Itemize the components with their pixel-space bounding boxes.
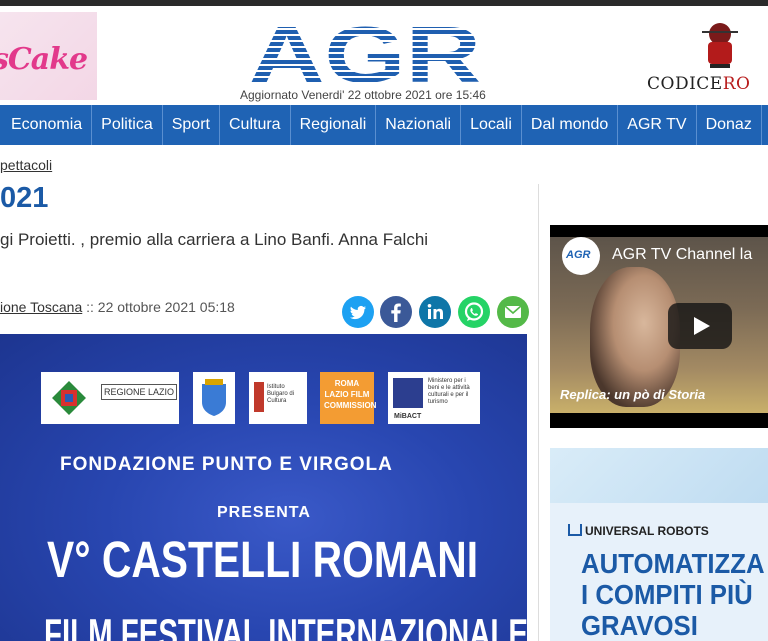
video-replica-caption: Replica: un pò di Storia bbox=[560, 387, 706, 402]
ministero-text: Ministero per i beni e le attività cultu… bbox=[428, 378, 470, 405]
mibact-logo: MiBACT Ministero per i beni e le attivit… bbox=[388, 372, 480, 424]
linkedin-icon[interactable] bbox=[419, 296, 451, 328]
left-banner-ad[interactable]: sCake bbox=[0, 12, 97, 100]
istituto-text: Istituto Bulgaro di Cultura bbox=[267, 384, 295, 404]
regione-lazio-text: REGIONE LAZIO bbox=[101, 384, 177, 400]
nav-item-regionali[interactable]: Regionali bbox=[291, 105, 377, 145]
universal-robots-ad[interactable]: UNIVERSAL ROBOTS AUTOMATIZZA I COMPITI P… bbox=[550, 448, 768, 641]
nav-item-donazioni[interactable]: Donaz bbox=[697, 105, 762, 145]
main-nav: Economia Politica Sport Cultura Regional… bbox=[0, 105, 768, 145]
nav-item-cultura[interactable]: Cultura bbox=[220, 105, 291, 145]
last-updated: Aggiornato Venerdi' 22 ottobre 2021 ore … bbox=[240, 88, 486, 102]
codice-ad-text: CODICERO bbox=[647, 74, 751, 94]
right-banner-ad[interactable]: CODICERO bbox=[640, 18, 768, 98]
ad-headline: AUTOMATIZZA I COMPITI PIÙ GRAVOSI bbox=[581, 548, 765, 641]
regione-lazio-logo: REGIONE LAZIO bbox=[41, 372, 179, 424]
column-divider bbox=[538, 184, 539, 641]
agr-tv-video-player[interactable]: AGR AGR TV Channel la Replica: un pò di … bbox=[550, 225, 768, 428]
nav-item-sport[interactable]: Sport bbox=[163, 105, 220, 145]
nav-item-economia[interactable]: Economia bbox=[0, 105, 93, 145]
istituto-bulgaro-logo: Istituto Bulgaro di Cultura bbox=[249, 372, 307, 424]
regione-emblem-icon bbox=[52, 381, 86, 415]
play-icon[interactable] bbox=[668, 303, 732, 349]
twitter-icon[interactable] bbox=[342, 296, 374, 328]
breadcrumb[interactable]: pettacoli bbox=[0, 157, 52, 173]
nav-item-agr-tv[interactable]: AGR TV bbox=[618, 105, 697, 145]
nav-item-politica[interactable]: Politica bbox=[92, 105, 163, 145]
nav-item-nazionali[interactable]: Nazionali bbox=[376, 105, 462, 145]
ad-header-image bbox=[550, 448, 768, 503]
byline-source-link[interactable]: ione Toscana bbox=[0, 299, 82, 315]
justice-seal-icon bbox=[702, 23, 738, 68]
roma-lazio-text: ROMA LAZIO FILM COMMISSION bbox=[324, 379, 377, 410]
poster-line-presenta: PRESENTA bbox=[217, 504, 311, 521]
poster-line-festival-title: V° CASTELLI ROMANI bbox=[47, 531, 479, 588]
video-thumbnail-person bbox=[590, 267, 680, 407]
left-ad-text: sCake bbox=[0, 42, 88, 77]
article-poster-image[interactable]: REGIONE LAZIO Istituto Bulgaro di Cultur… bbox=[0, 334, 527, 641]
nav-item-locali[interactable]: Locali bbox=[461, 105, 522, 145]
byline-date: :: 22 ottobre 2021 05:18 bbox=[82, 299, 235, 315]
poster-line-fondazione: FONDAZIONE PUNTO E VIRGOLA bbox=[60, 454, 393, 475]
roma-lazio-film-logo: ROMA LAZIO FILM COMMISSION bbox=[320, 372, 377, 424]
mibact-text: MiBACT bbox=[394, 413, 422, 420]
article-byline: ione Toscana :: 22 ottobre 2021 05:18 bbox=[0, 299, 235, 315]
facebook-icon[interactable] bbox=[380, 296, 412, 328]
nav-item-dal-mondo[interactable]: Dal mondo bbox=[522, 105, 619, 145]
channel-logo[interactable]: AGR bbox=[562, 237, 600, 275]
poster-line-festival-subtitle: FILM FESTIVAL INTERNAZIONALE bbox=[44, 610, 527, 641]
whatsapp-icon[interactable] bbox=[458, 296, 490, 328]
site-logo-text: AGR bbox=[249, 12, 481, 90]
site-logo[interactable]: AGR bbox=[245, 10, 485, 99]
comune-logo bbox=[193, 372, 235, 424]
top-strip bbox=[0, 0, 768, 6]
universal-robots-logo: UNIVERSAL ROBOTS bbox=[568, 524, 709, 538]
article-subtitle: gi Proietti. , premio alla carriera a Li… bbox=[0, 230, 429, 249]
ur-logo-icon bbox=[568, 524, 582, 536]
video-title[interactable]: AGR TV Channel la bbox=[612, 246, 752, 264]
article-headline: 021 bbox=[0, 182, 49, 214]
comune-crest-icon bbox=[202, 379, 226, 416]
email-icon[interactable] bbox=[497, 296, 529, 328]
